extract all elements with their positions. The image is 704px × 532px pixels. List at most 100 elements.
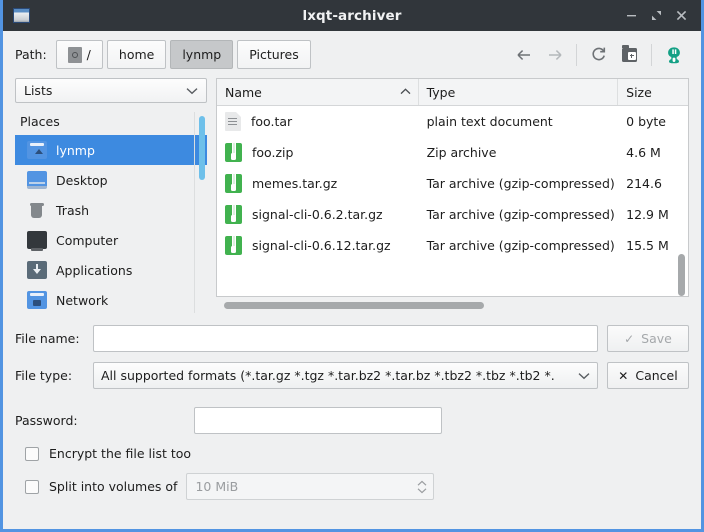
home-folder-icon bbox=[27, 141, 47, 159]
split-volume-size-value: 10 MiB bbox=[195, 479, 238, 494]
sidebar-item-label: Computer bbox=[56, 233, 118, 248]
archive-icon bbox=[225, 236, 242, 255]
table-row[interactable]: memes.tar.gz Tar archive (gzip-compresse… bbox=[217, 168, 688, 199]
sidebar-item-label: Trash bbox=[56, 203, 89, 218]
window-title: lxqt-archiver bbox=[3, 8, 701, 24]
file-name-input[interactable] bbox=[93, 325, 598, 352]
file-name: foo.tar bbox=[251, 114, 292, 129]
breadcrumb-home[interactable]: home bbox=[107, 40, 166, 69]
applications-icon bbox=[27, 261, 47, 279]
encrypt-file-list-label: Encrypt the file list too bbox=[49, 446, 191, 461]
breadcrumb-lynmp[interactable]: lynmp bbox=[170, 40, 233, 69]
sidebar-item-trash[interactable]: Trash bbox=[15, 195, 207, 225]
column-header-size[interactable]: Size bbox=[618, 79, 688, 105]
file-name: signal-cli-0.6.12.tar.gz bbox=[252, 238, 391, 253]
path-toolbar: Path: / home lynmp Pictures bbox=[3, 31, 701, 78]
reload-icon[interactable] bbox=[583, 39, 614, 70]
save-button[interactable]: ✓ Save bbox=[607, 325, 689, 352]
network-icon bbox=[27, 291, 47, 309]
table-row[interactable]: foo.tar plain text document 0 byte bbox=[217, 106, 688, 137]
drive-icon bbox=[68, 47, 82, 63]
sidebar-scrollbar[interactable] bbox=[199, 116, 205, 180]
file-list-vertical-scrollbar[interactable] bbox=[678, 254, 685, 296]
table-row[interactable]: signal-cli-0.6.2.tar.gz Tar archive (gzi… bbox=[217, 199, 688, 230]
cell-name: signal-cli-0.6.12.tar.gz bbox=[217, 236, 419, 255]
split-volume-size-stepper[interactable]: 10 MiB bbox=[186, 473, 434, 500]
password-input[interactable] bbox=[194, 407, 442, 434]
back-icon[interactable] bbox=[508, 39, 539, 70]
toolbar-separator-2 bbox=[651, 44, 652, 66]
places-list: Places lynmp Desktop Trash Computer bbox=[15, 112, 207, 313]
split-volumes-checkbox[interactable] bbox=[25, 480, 39, 494]
view-selector-combo[interactable]: Lists bbox=[15, 78, 207, 103]
breadcrumb-root[interactable]: / bbox=[56, 40, 103, 69]
view-selector-value: Lists bbox=[24, 83, 52, 98]
save-form: File name: ✓ Save File type: All support… bbox=[3, 313, 701, 529]
file-type-combo[interactable]: All supported formats (*.tar.gz *.tgz *.… bbox=[93, 362, 598, 389]
toolbar-separator-1 bbox=[576, 44, 577, 66]
chevron-down-icon bbox=[578, 368, 590, 383]
column-header-size-label: Size bbox=[626, 85, 652, 100]
file-list-horizontal-scrollbar-track bbox=[216, 297, 689, 313]
archiver-save-dialog-window: lxqt-archiver Path: / bbox=[0, 0, 704, 532]
split-volumes-label: Split into volumes of bbox=[49, 479, 177, 494]
encrypt-file-list-checkbox[interactable] bbox=[25, 447, 39, 461]
table-row[interactable]: signal-cli-0.6.12.tar.gz Tar archive (gz… bbox=[217, 230, 688, 261]
cell-name: foo.tar bbox=[217, 112, 419, 131]
cell-name: foo.zip bbox=[217, 143, 419, 162]
sidebar-item-label: Network bbox=[56, 293, 108, 308]
sidebar-item-applications[interactable]: Applications bbox=[15, 255, 207, 285]
sidebar-item-label: Desktop bbox=[56, 173, 108, 188]
breadcrumb-root-label: / bbox=[87, 47, 91, 62]
column-header-type[interactable]: Type bbox=[419, 79, 619, 105]
places-section-title: Places bbox=[15, 112, 207, 135]
desktop-icon bbox=[27, 171, 47, 189]
column-header-type-label: Type bbox=[427, 85, 456, 100]
window-icon bbox=[13, 8, 30, 23]
sidebar-item-desktop[interactable]: Desktop bbox=[15, 165, 207, 195]
trash-icon bbox=[27, 201, 47, 219]
column-header-name-label: Name bbox=[225, 85, 262, 100]
cell-type: Tar archive (gzip-compressed) bbox=[419, 176, 619, 191]
file-type-row: File type: All supported formats (*.tar.… bbox=[15, 362, 689, 389]
breadcrumb-pictures[interactable]: Pictures bbox=[237, 40, 311, 69]
sidebar-item-computer[interactable]: Computer bbox=[15, 225, 207, 255]
maximize-icon[interactable] bbox=[650, 9, 663, 22]
forward-icon bbox=[539, 39, 570, 70]
cancel-button[interactable]: ✕ Cancel bbox=[607, 362, 689, 389]
column-header-name[interactable]: Name bbox=[217, 79, 419, 105]
cell-type: Zip archive bbox=[419, 145, 619, 160]
sidebar-item-network[interactable]: Network bbox=[15, 285, 207, 313]
stepper-arrows-icon[interactable] bbox=[416, 479, 428, 495]
new-folder-icon[interactable] bbox=[614, 39, 645, 70]
file-name: foo.zip bbox=[252, 145, 293, 160]
split-volumes-row: Split into volumes of 10 MiB bbox=[15, 473, 689, 500]
cell-size: 0 byte bbox=[618, 114, 688, 129]
archiver-app-icon[interactable] bbox=[658, 39, 689, 70]
breadcrumb-lynmp-label: lynmp bbox=[182, 47, 221, 62]
archive-icon bbox=[225, 143, 242, 162]
window-controls bbox=[625, 9, 701, 22]
cell-size: 15.5 M bbox=[618, 238, 688, 253]
chevron-down-icon bbox=[186, 83, 198, 98]
close-icon: ✕ bbox=[618, 370, 628, 382]
cell-size: 214.6 bbox=[618, 176, 688, 191]
sidebar-item-lynmp[interactable]: lynmp bbox=[15, 135, 207, 165]
file-list-horizontal-scrollbar[interactable] bbox=[224, 302, 484, 309]
sidebar-item-label: lynmp bbox=[56, 143, 95, 158]
save-button-label: Save bbox=[641, 331, 672, 346]
minimize-icon[interactable] bbox=[625, 9, 638, 22]
cancel-button-label: Cancel bbox=[635, 368, 677, 383]
file-list-body: foo.tar plain text document 0 byte foo.z… bbox=[217, 106, 688, 296]
password-row: Password: bbox=[15, 407, 689, 434]
sidebar-item-label: Applications bbox=[56, 263, 132, 278]
password-label: Password: bbox=[15, 413, 78, 428]
file-type-label: File type: bbox=[15, 368, 93, 383]
table-row[interactable]: foo.zip Zip archive 4.6 M bbox=[217, 137, 688, 168]
breadcrumb-pictures-label: Pictures bbox=[249, 47, 299, 62]
cell-size: 12.9 M bbox=[618, 207, 688, 222]
encrypt-file-list-row[interactable]: Encrypt the file list too bbox=[15, 446, 689, 461]
sidebar: Lists Places lynmp Desktop Trash bbox=[15, 78, 207, 313]
close-icon[interactable] bbox=[675, 9, 688, 22]
breadcrumb-home-label: home bbox=[119, 47, 154, 62]
